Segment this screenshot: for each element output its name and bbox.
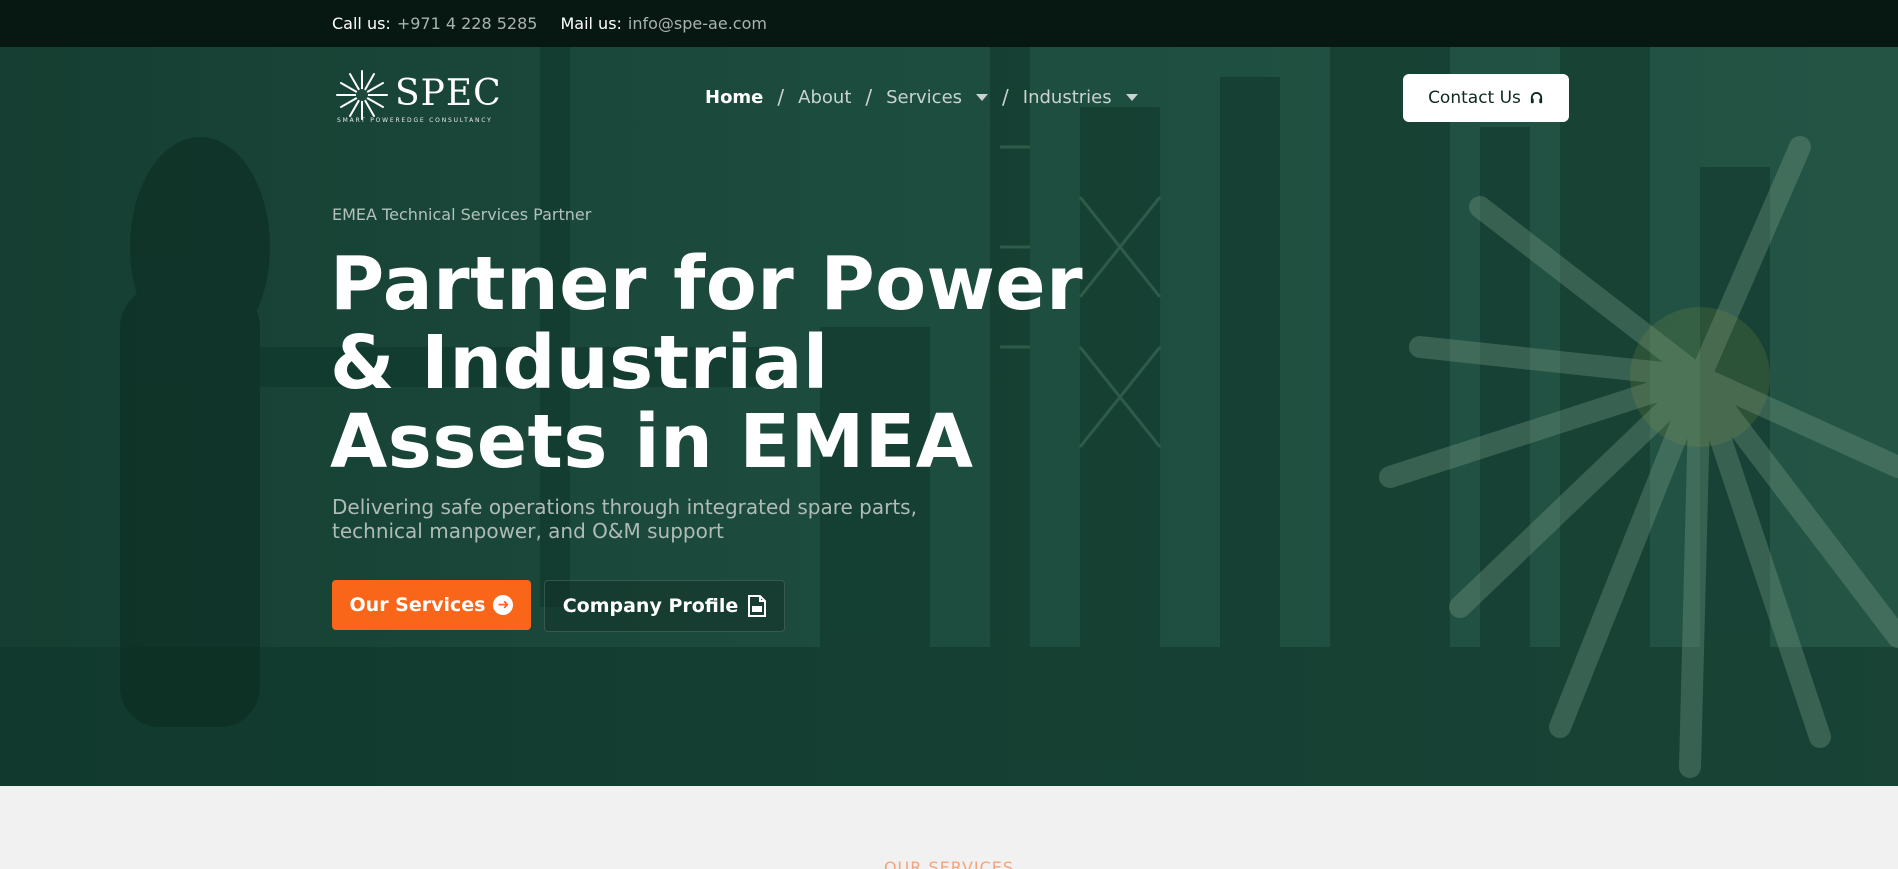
nav-services-label: Services	[886, 86, 963, 108]
hero-headline: Partner for Power & Industrial Assets in…	[330, 245, 1090, 482]
nav-separator: /	[865, 85, 873, 109]
top-info-bar: Call us: +971 4 228 5285 Mail us: info@s…	[0, 0, 1898, 47]
spec-logo[interactable]: SPEC SMART POWEREDGE CONSULTANCY	[332, 69, 502, 127]
services-eyebrow: OUR SERVICES	[883, 858, 1015, 869]
logo-tagline: SMART POWEREDGE CONSULTANCY	[337, 117, 493, 124]
sunburst-logo-icon	[336, 70, 388, 120]
hero-section: SPEC SMART POWEREDGE CONSULTANCY Home / …	[0, 47, 1898, 786]
headset-icon	[1530, 91, 1543, 103]
company-profile-label: Company Profile	[562, 595, 739, 617]
headline-line-3: Assets in EMEA	[330, 399, 974, 485]
nav-services[interactable]: Services	[886, 86, 989, 108]
headline-line-2: & Industrial	[330, 320, 829, 406]
email-link[interactable]: info@spe-ae.com	[628, 14, 767, 33]
arrow-right-circle-icon: ➜	[493, 595, 514, 615]
nav-home[interactable]: Home	[705, 87, 763, 108]
hero-subtitle: Delivering safe operations through integ…	[332, 495, 917, 543]
contact-us-label: Contact Us	[1428, 88, 1521, 108]
our-services-label: Our Services	[349, 594, 486, 616]
nav-industries[interactable]: Industries	[1023, 87, 1138, 108]
nav-about-label: About	[798, 86, 852, 108]
services-section: OUR SERVICES	[0, 786, 1898, 869]
chevron-down-icon	[1125, 93, 1138, 101]
mail-label: Mail us:	[560, 14, 622, 33]
nav-separator: /	[1002, 85, 1009, 109]
contact-us-button[interactable]: Contact Us	[1403, 74, 1569, 122]
nav-about[interactable]: About	[798, 87, 851, 108]
main-nav: Home / About / Services / Industries	[705, 85, 1138, 109]
company-profile-button[interactable]: Company Profile	[544, 580, 785, 632]
logo-text: SPEC	[395, 73, 502, 114]
call-info: Call us: +971 4 228 5285	[332, 14, 537, 33]
hero-eyebrow: EMEA Technical Services Partner	[332, 205, 592, 224]
call-label: Call us:	[332, 14, 391, 33]
mail-info: Mail us: info@spe-ae.com	[560, 14, 766, 33]
our-services-button[interactable]: Our Services ➜	[332, 580, 531, 630]
pdf-icon	[748, 595, 767, 617]
nav-industries-label: Industries	[1022, 86, 1112, 108]
nav-home-label: Home	[705, 86, 764, 108]
headline-line-1: Partner for Power	[330, 241, 1084, 327]
chevron-down-icon	[976, 93, 989, 101]
phone-link[interactable]: +971 4 228 5285	[397, 14, 538, 33]
nav-separator: /	[777, 85, 785, 109]
